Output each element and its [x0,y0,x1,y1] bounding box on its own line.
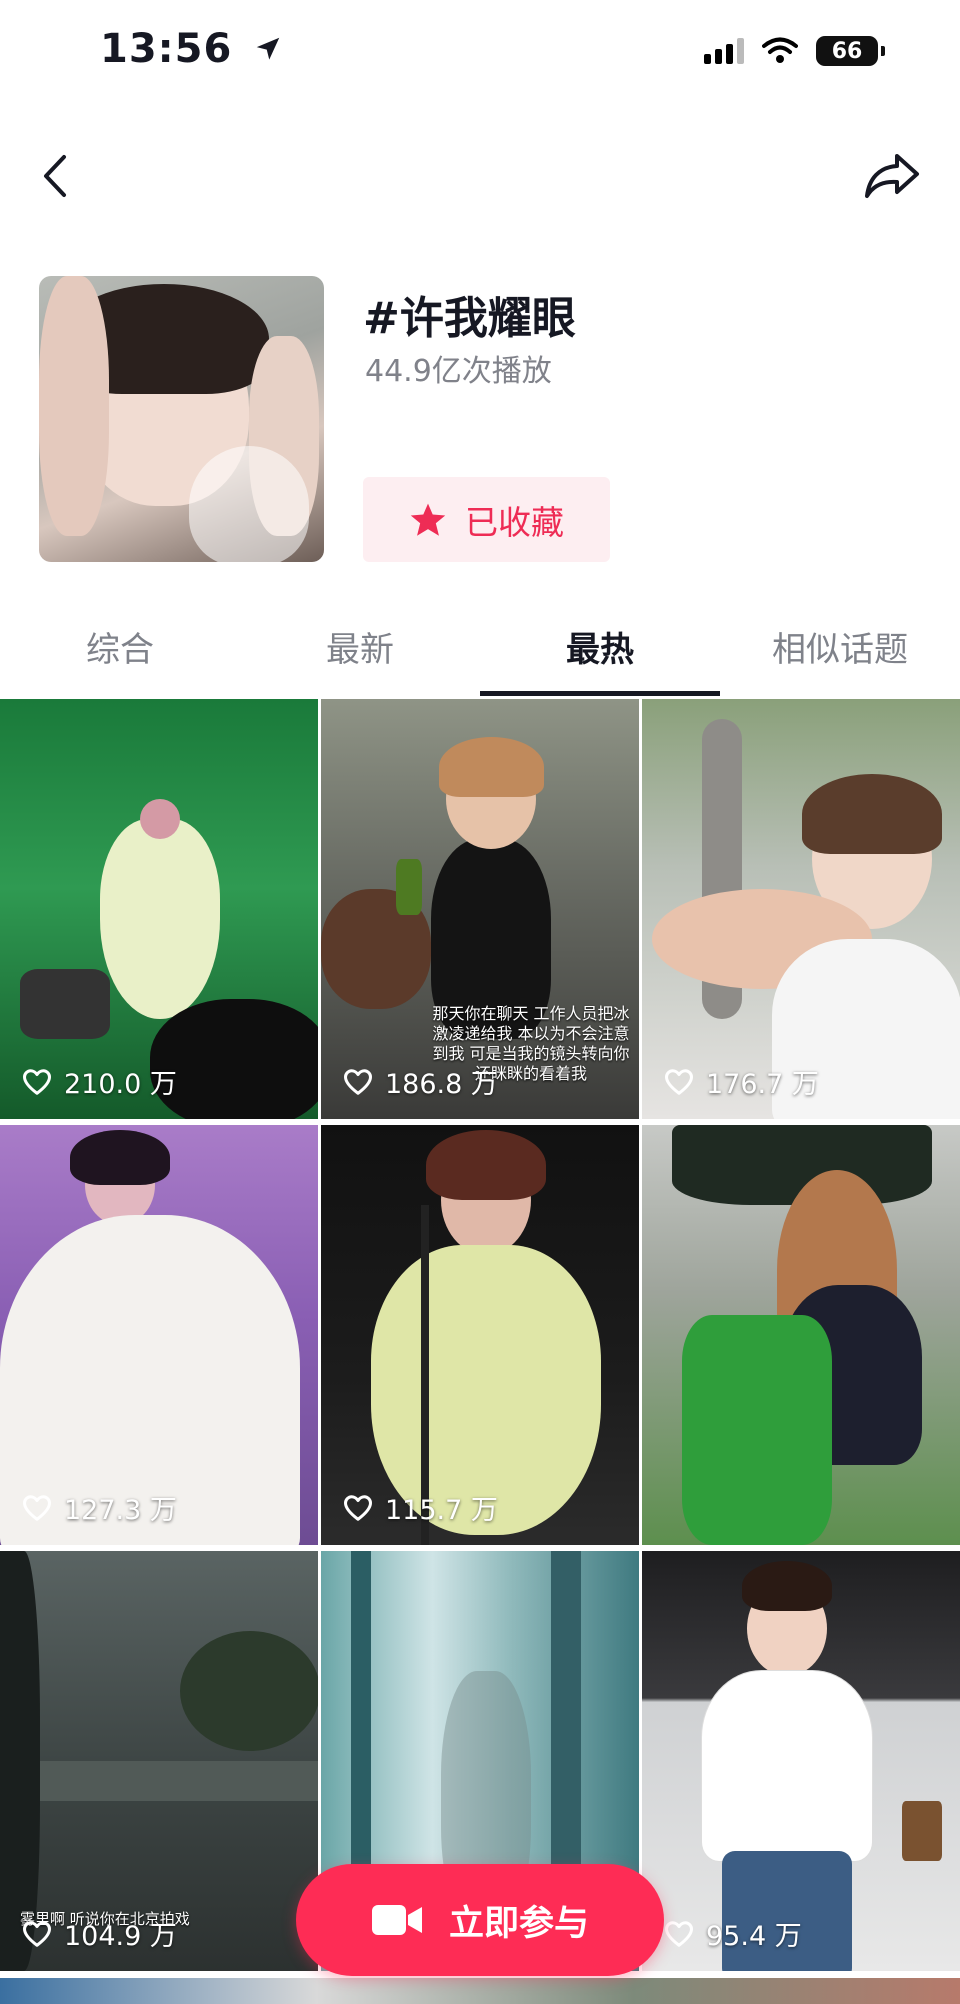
heart-outline-icon [23,1920,51,1947]
join-now-button[interactable]: 立即参与 [296,1864,664,1976]
like-count: 186.8 万 [343,1062,498,1101]
next-row-preview [0,1978,960,2004]
topic-title: #许我耀眼 [363,293,576,344]
share-button[interactable] [862,146,922,206]
heart-outline-icon [665,1920,693,1947]
tab-comprehensive[interactable]: 综合 [0,610,240,700]
like-count: 95.4 万 [664,1914,802,1953]
heart-outline-icon [23,1494,51,1521]
join-now-label: 立即参与 [448,1903,589,1944]
tab-latest[interactable]: 最新 [240,610,480,700]
status-indicators: 66 [704,36,885,66]
video-card[interactable]: 95.4 万 [642,1551,960,1971]
topic-cover-image [39,276,324,562]
video-camera-icon [371,1905,422,1935]
back-button[interactable] [25,146,85,206]
wifi-icon [762,37,798,63]
video-card[interactable]: 115.7 万 [321,1125,639,1545]
collect-button[interactable]: 已收藏 [363,477,610,562]
location-arrow-icon [257,37,280,60]
video-card[interactable]: 127.3 万 [0,1125,318,1545]
video-card[interactable]: 210.0 万 [0,699,318,1119]
like-count: 127.3 万 [22,1488,177,1527]
star-icon [410,503,446,536]
tab-bar: 综合 最新 最热 相似话题 [0,610,960,700]
video-card[interactable] [642,1125,960,1545]
collect-label: 已收藏 [465,502,564,542]
like-count: 104.9 万 [22,1914,177,1953]
cellular-signal-icon [704,38,744,64]
heart-outline-icon [344,1494,372,1521]
topic-play-count: 44.9亿次播放 [365,354,552,389]
tab-similar-topics[interactable]: 相似话题 [720,610,960,700]
heart-outline-icon [344,1068,372,1095]
like-count: 176.7 万 [664,1062,819,1101]
tab-hottest[interactable]: 最热 [480,610,720,700]
heart-outline-icon [665,1068,693,1095]
video-grid: 210.0 万 那天你在聊天 工作人员把冰激凌递给我 本以为不会注意到我 可是当… [0,699,960,1971]
battery-indicator: 66 [816,36,885,66]
status-time: 13:56 [100,26,283,72]
share-arrow-icon [865,154,919,198]
like-count: 210.0 万 [22,1062,177,1101]
video-card[interactable]: 那天你在聊天 工作人员把冰激凌递给我 本以为不会注意到我 可是当我的镜头转向你 … [321,699,639,1119]
like-count: 115.7 万 [343,1488,498,1527]
chevron-left-icon [44,155,66,197]
video-card[interactable]: 雾里啊 听说你在北京拍戏 104.9 万 [0,1551,318,1971]
video-card[interactable]: 176.7 万 [642,699,960,1119]
heart-outline-icon [23,1068,51,1095]
